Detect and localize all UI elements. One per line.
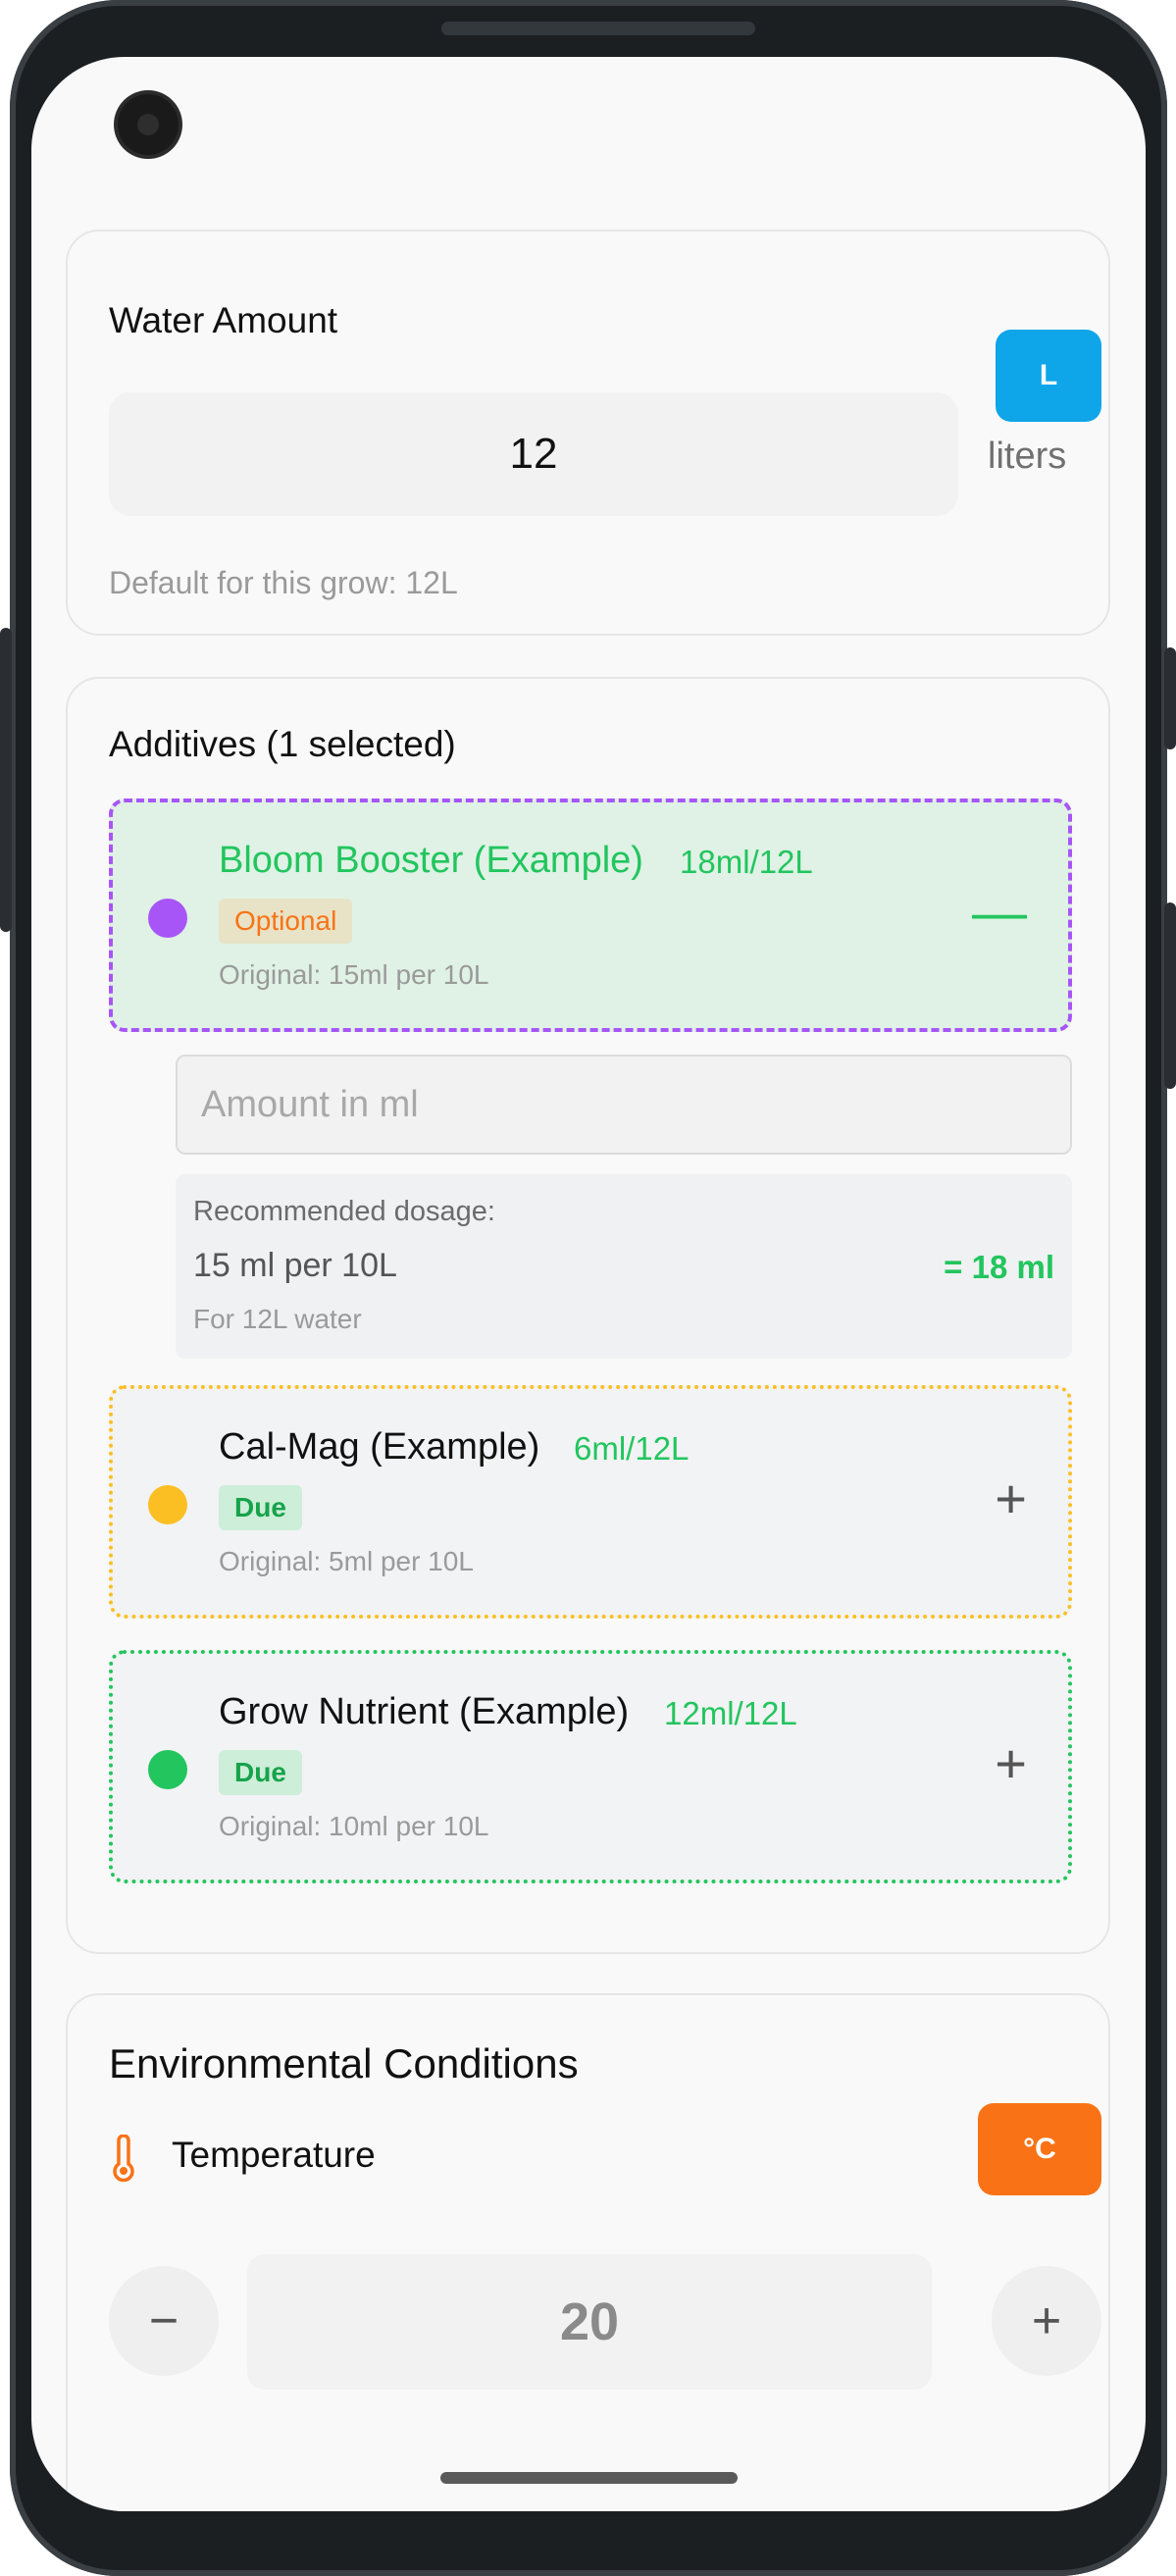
additive-original-dosage: Original: 5ml per 10L bbox=[219, 1546, 474, 1576]
water-amount-card: Water Amount L 12 liters Default for thi… bbox=[66, 230, 1110, 636]
side-button-left bbox=[0, 628, 12, 932]
water-amount-input[interactable]: 12 bbox=[109, 392, 958, 516]
temperature-increment-button[interactable]: + bbox=[992, 2266, 1101, 2376]
environment-card: Environmental Conditions Temperature °C … bbox=[66, 1993, 1110, 2511]
recommended-dosage-box: Recommended dosage: 15 ml per 10L = 18 m… bbox=[176, 1174, 1072, 1359]
remove-additive-icon[interactable]: — bbox=[972, 885, 1027, 940]
additive-name: Bloom Booster (Example) bbox=[219, 840, 643, 881]
optional-badge: Optional bbox=[219, 899, 353, 944]
due-badge: Due bbox=[219, 1485, 302, 1530]
thermometer-icon bbox=[113, 2135, 134, 2182]
additives-title: Additives (1 selected) bbox=[109, 724, 456, 764]
additive-color-dot bbox=[148, 1750, 187, 1789]
additive-original-dosage: Original: 15ml per 10L bbox=[219, 959, 489, 990]
add-additive-icon[interactable]: + bbox=[995, 1471, 1027, 1526]
additive-name: Cal-Mag (Example) bbox=[219, 1426, 540, 1468]
front-camera bbox=[118, 94, 179, 155]
additive-name: Grow Nutrient (Example) bbox=[219, 1691, 630, 1732]
additive-amount: 12ml/12L bbox=[664, 1695, 797, 1731]
temperature-label: Temperature bbox=[172, 2135, 376, 2175]
additive-color-dot bbox=[148, 899, 187, 938]
speaker-grille bbox=[441, 22, 755, 35]
app-screen: Water Amount L 12 liters Default for thi… bbox=[31, 57, 1146, 2511]
liter-unit-button[interactable]: L bbox=[996, 330, 1101, 422]
dosage-note: For 12L water bbox=[193, 1304, 362, 1334]
environment-title: Environmental Conditions bbox=[109, 2040, 579, 2087]
dosage-rate: 15 ml per 10L bbox=[193, 1247, 397, 1284]
temperature-decrement-button[interactable]: − bbox=[109, 2266, 219, 2376]
celsius-unit-button[interactable]: °C bbox=[978, 2103, 1101, 2195]
default-water-note: Default for this grow: 12L bbox=[109, 565, 458, 600]
amount-ml-input[interactable]: Amount in ml bbox=[176, 1055, 1072, 1155]
due-badge: Due bbox=[219, 1750, 302, 1795]
side-button-right-top bbox=[1164, 647, 1176, 749]
home-indicator[interactable] bbox=[440, 2472, 738, 2484]
temperature-input[interactable]: 20 bbox=[247, 2254, 932, 2390]
side-button-right-bottom bbox=[1164, 902, 1176, 1089]
additive-original-dosage: Original: 10ml per 10L bbox=[219, 1811, 489, 1841]
dosage-label: Recommended dosage: bbox=[193, 1196, 495, 1227]
water-unit-label: liters bbox=[988, 436, 1067, 477]
additive-grow-nutrient[interactable]: Grow Nutrient (Example) 12ml/12L Due Ori… bbox=[109, 1650, 1072, 1883]
add-additive-icon[interactable]: + bbox=[995, 1736, 1027, 1791]
water-amount-title: Water Amount bbox=[109, 300, 338, 340]
dosage-result: = 18 ml bbox=[944, 1249, 1054, 1285]
additive-bloom-booster[interactable]: Bloom Booster (Example) 18ml/12L Optiona… bbox=[109, 799, 1072, 1032]
additive-amount: 18ml/12L bbox=[680, 844, 813, 880]
additive-cal-mag[interactable]: Cal-Mag (Example) 6ml/12L Due Original: … bbox=[109, 1385, 1072, 1619]
additive-color-dot bbox=[148, 1485, 187, 1524]
additives-card: Additives (1 selected) Bloom Booster (Ex… bbox=[66, 677, 1110, 1954]
additive-amount: 6ml/12L bbox=[574, 1430, 690, 1467]
